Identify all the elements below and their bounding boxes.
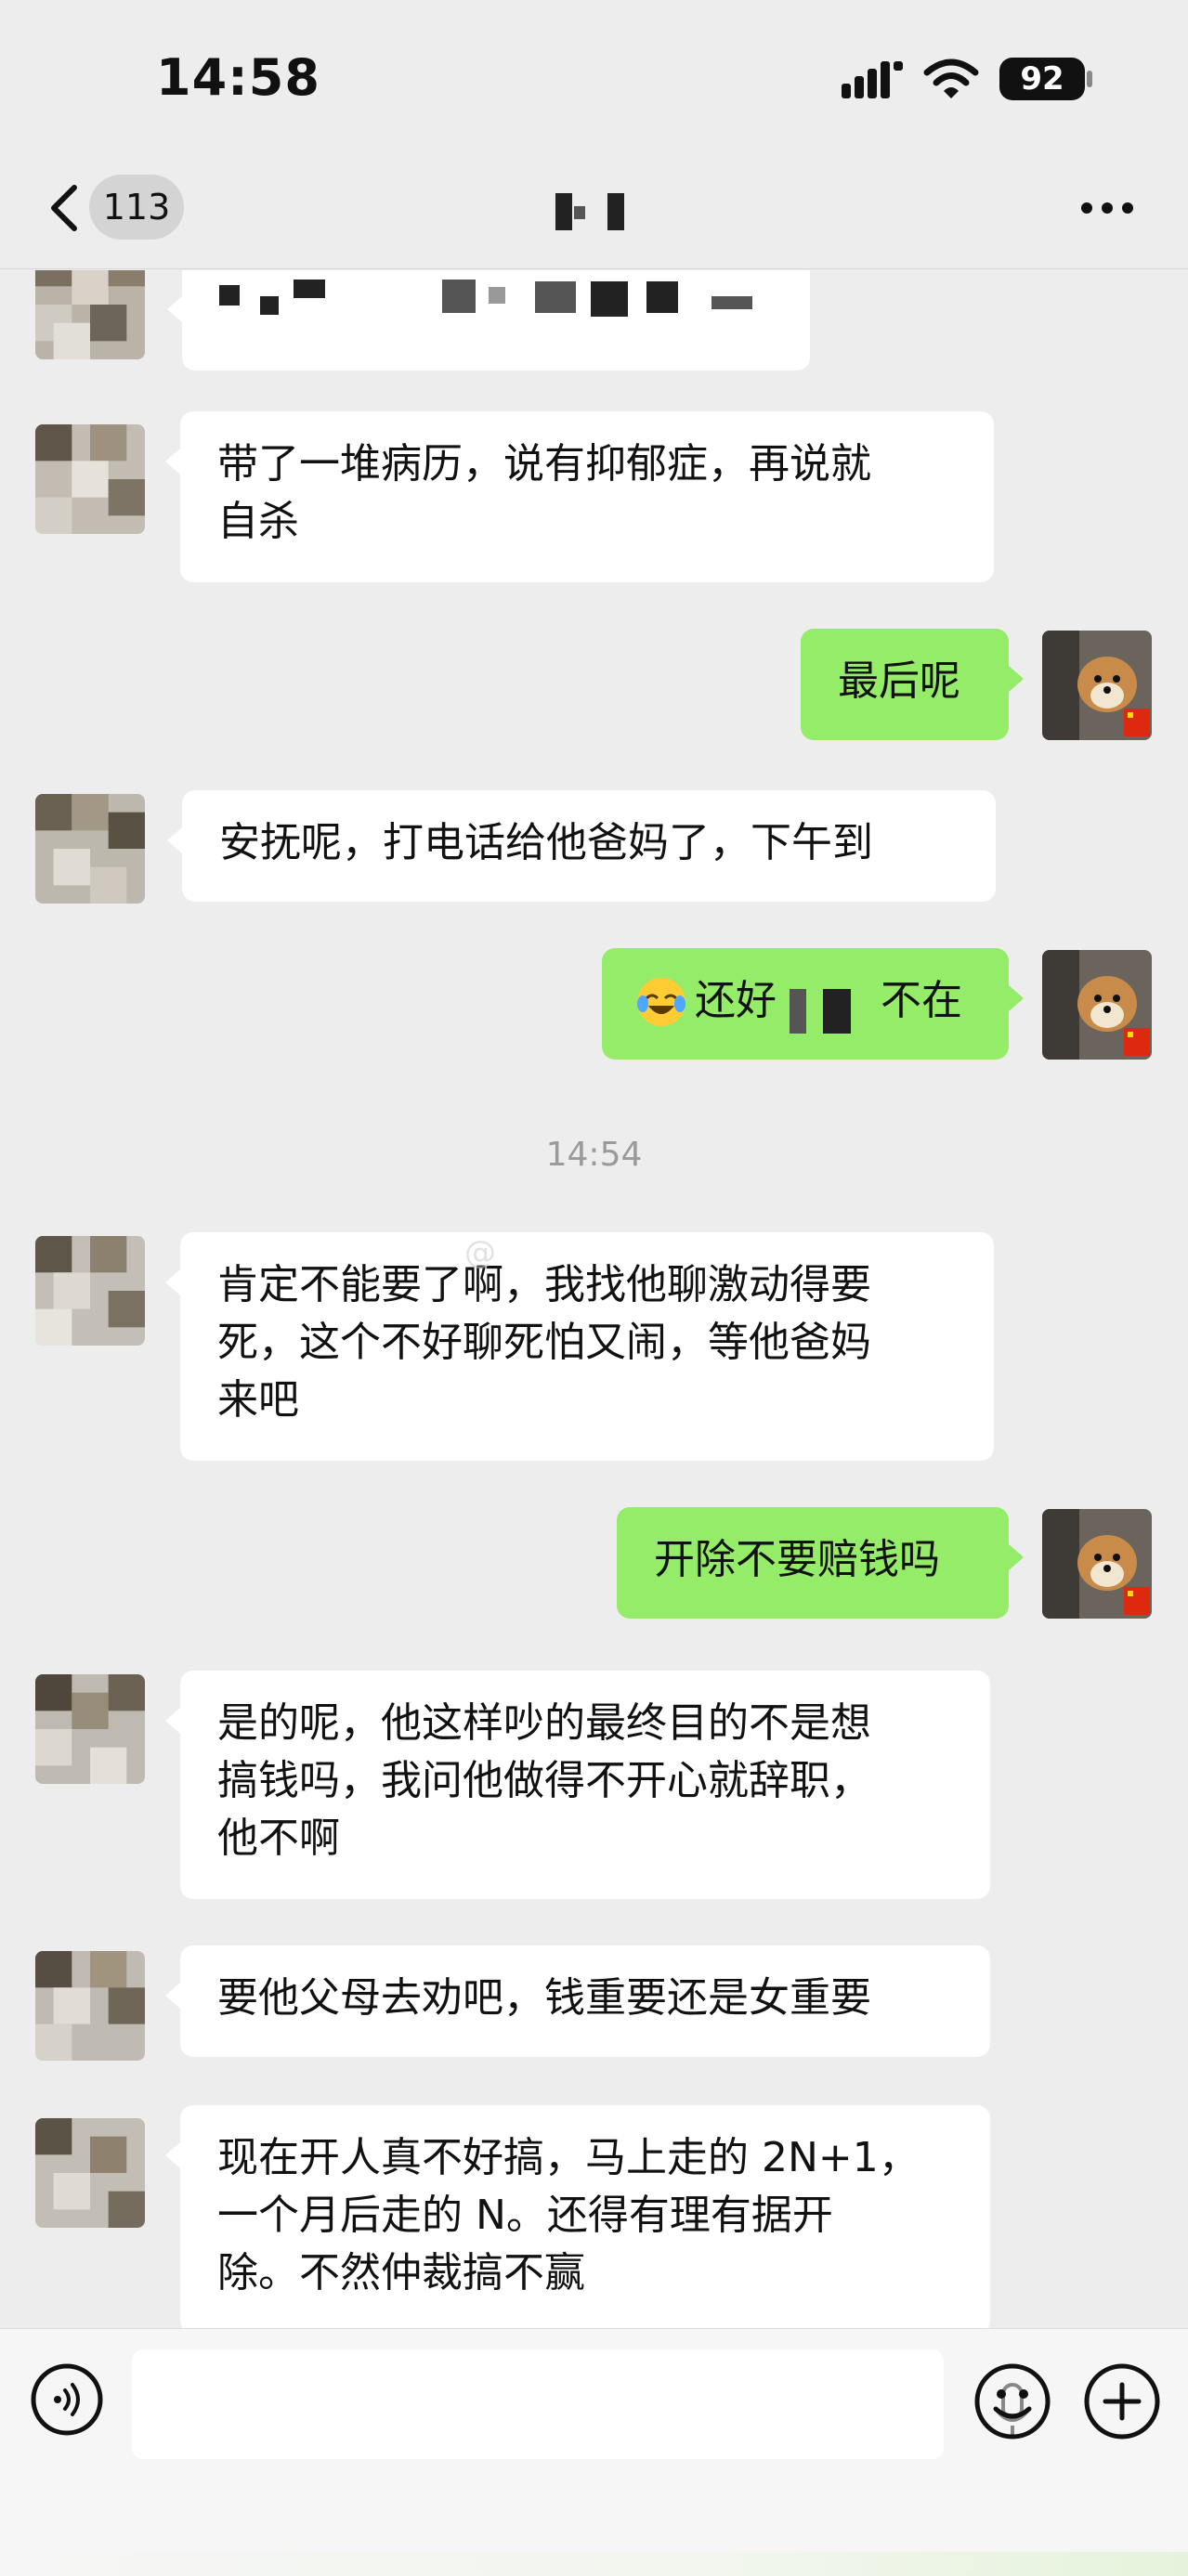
- more-icon[interactable]: [1079, 201, 1135, 215]
- message-bubble-redacted[interactable]: [167, 270, 810, 371]
- message-bubble-incoming[interactable]: 肯定不能要了啊，我找他聊激动得要 死，这个不好聊死怕又闹，等他爸妈 来吧: [165, 1232, 994, 1461]
- contact-avatar[interactable]: [35, 2118, 145, 2228]
- chat-header: 113: [0, 158, 1188, 269]
- message-bubble-outgoing[interactable]: 开除不要赔钱吗: [617, 1507, 1024, 1619]
- my-avatar[interactable]: [1042, 631, 1152, 740]
- chat-title-redacted: [554, 186, 628, 232]
- chat-message-list[interactable]: 带了一堆病历，说有抑郁症，再说就 自杀 最后呢 安抚呢，打电话给他爸妈了，下午到: [0, 270, 1188, 2328]
- message-text: 还好: [695, 977, 777, 1024]
- message-bubble-incoming[interactable]: 安抚呢，打电话给他爸妈了，下午到: [167, 790, 996, 902]
- wifi-icon: [923, 59, 979, 98]
- back-icon[interactable]: [48, 184, 80, 232]
- emoji-icon[interactable]: [973, 2362, 1051, 2440]
- contact-avatar[interactable]: [35, 270, 145, 359]
- message-bubble-incoming[interactable]: 是的呢，他这样吵的最终目的不是想 搞钱吗，我问他做得不开心就辞职， 他不啊: [165, 1671, 990, 1899]
- my-avatar[interactable]: [1042, 950, 1152, 1060]
- unread-count-badge[interactable]: 113: [89, 175, 184, 240]
- message-text: 不在: [881, 977, 962, 1024]
- battery-cap: [1087, 71, 1092, 87]
- home-indicator: [0, 2552, 1188, 2576]
- status-time: 14:58: [156, 48, 320, 107]
- crying-laughing-emoji-icon: [637, 978, 685, 1026]
- battery-indicator: 92: [999, 58, 1085, 100]
- chat-input-bar: [0, 2328, 1188, 2576]
- message-input[interactable]: [132, 2349, 1031, 2459]
- contact-avatar[interactable]: [35, 794, 145, 904]
- message-bubble-incoming[interactable]: 要他父母去劝吧，钱重要还是女重要: [165, 1945, 990, 2057]
- message-bubble-incoming[interactable]: 带了一堆病历，说有抑郁症，再说就 自杀: [165, 411, 994, 582]
- voice-icon[interactable]: [30, 2362, 104, 2437]
- contact-avatar[interactable]: [35, 1674, 145, 1784]
- watermark: @: [464, 1234, 496, 1271]
- message-timestamp: 14:54: [545, 1136, 643, 1174]
- status-bar: 14:58 92: [0, 0, 1188, 158]
- my-avatar[interactable]: [1042, 1509, 1152, 1619]
- plus-icon[interactable]: [1083, 2362, 1161, 2440]
- contact-avatar[interactable]: [35, 1236, 145, 1346]
- contact-avatar[interactable]: [35, 1951, 145, 2061]
- message-bubble-outgoing[interactable]: 最后呢: [801, 629, 1024, 740]
- message-bubble-incoming[interactable]: 现在开人真不好搞，马上走的 2N+1， 一个月后走的 N。还得有理有据开 除。不…: [165, 2105, 990, 2328]
- message-bubble-outgoing[interactable]: 还好 不在: [602, 948, 1024, 1060]
- signal-icon: [842, 61, 903, 98]
- battery-level: 92: [1020, 60, 1064, 98]
- contact-avatar[interactable]: [35, 424, 145, 534]
